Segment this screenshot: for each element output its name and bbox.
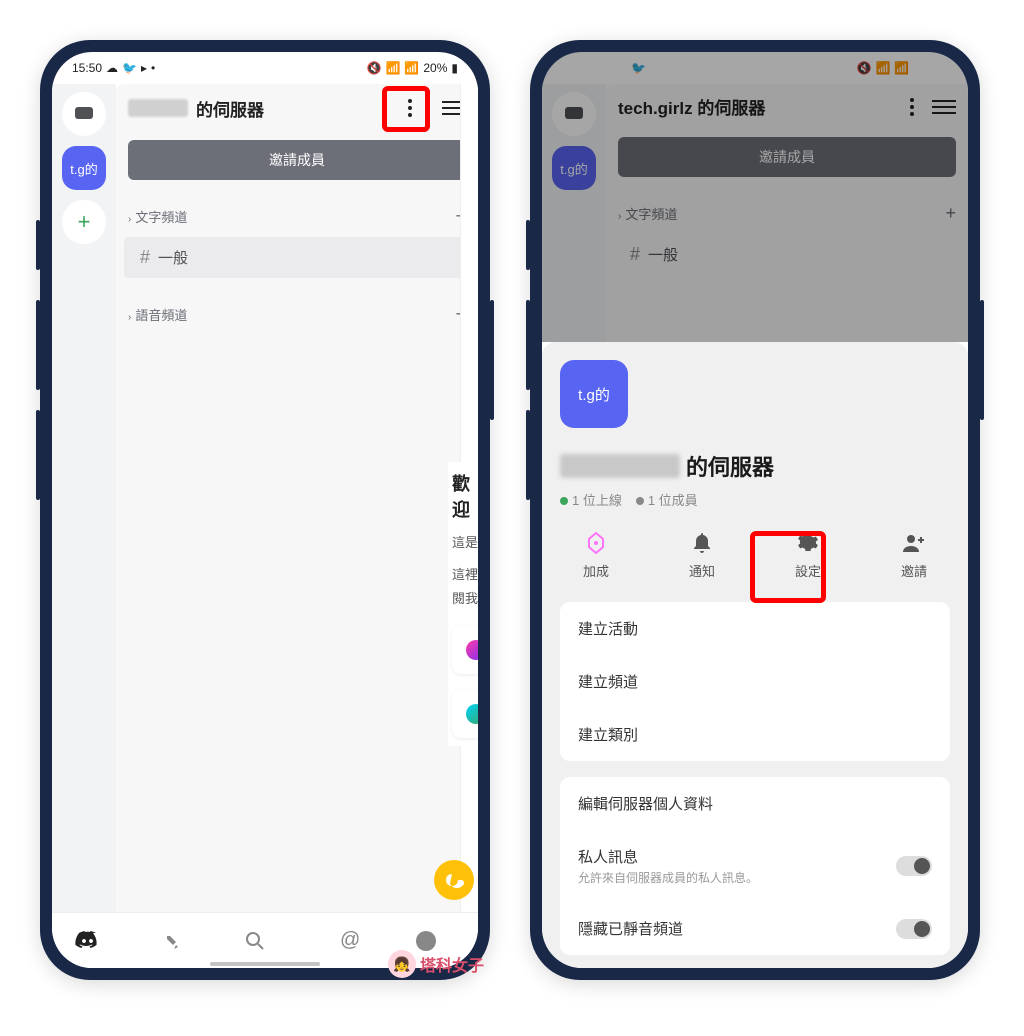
watermark: 👧 塔科女子	[388, 950, 484, 978]
invite-button[interactable]: 邀請成員	[128, 140, 466, 180]
status-icon: ▸	[141, 61, 147, 75]
server-rail: t.g的 +	[52, 84, 116, 912]
more-button[interactable]	[396, 94, 424, 122]
notifications-button[interactable]: 通知	[670, 531, 734, 580]
create-event[interactable]: 建立活動	[560, 602, 950, 655]
battery-text: 20%	[423, 61, 447, 75]
status-icon: 🐦	[122, 61, 137, 75]
signal-icon: 📶	[404, 61, 419, 75]
nav-discord-icon[interactable]	[75, 931, 115, 951]
voice-channels-category[interactable]: ›語音頻道 +	[116, 296, 478, 333]
mute-icon: 🔇	[857, 61, 872, 75]
hide-muted-toggle[interactable]: 隱藏已靜音頻道	[560, 902, 950, 955]
dm-button[interactable]	[62, 92, 106, 136]
watermark-avatar: 👧	[388, 950, 416, 978]
status-icon: ☁	[106, 61, 118, 75]
status-icon: ☁	[615, 61, 627, 75]
battery-text: 20%	[913, 61, 937, 75]
bell-icon	[690, 531, 714, 555]
boost-icon	[584, 531, 608, 555]
status-bar: 15:50 ☁ 🐦 ▸ • 🔇 📶 📶 20% ▮	[52, 52, 478, 84]
sheet-title-suffix: 的伺服器	[686, 450, 774, 482]
nav-mentions-icon[interactable]: @	[330, 929, 370, 952]
bg-server-title: tech.girlz 的伺服器	[618, 94, 765, 119]
hash-icon: #	[140, 247, 150, 268]
create-channel[interactable]: 建立頻道	[560, 655, 950, 708]
wifi-icon: 📶	[875, 61, 890, 75]
status-time: 15:50	[72, 61, 102, 75]
toggle-icon[interactable]	[896, 856, 932, 876]
status-time: 15:50	[562, 61, 592, 75]
edit-server-profile[interactable]: 編輯伺服器個人資料	[560, 777, 950, 830]
dm-button	[552, 92, 596, 136]
toggle-icon[interactable]	[896, 919, 932, 939]
server-icon[interactable]: t.g的	[62, 146, 106, 190]
nav-profile-icon[interactable]	[415, 930, 455, 952]
mute-icon: 🔇	[367, 61, 382, 75]
dimmed-background: 15:50 🖼 ☁ 🐦 • 🔇 📶 📶 20% ▮	[542, 52, 968, 342]
sheet-status: 1 位上線 1 位成員	[560, 490, 950, 509]
channel-panel: 的伺服器 邀請成員 ›文字頻道 + # 一般	[116, 84, 478, 912]
add-server-button[interactable]: +	[62, 200, 106, 244]
screen: 15:50 🖼 ☁ 🐦 • 🔇 📶 📶 20% ▮	[542, 52, 968, 968]
status-icon: 🖼	[596, 61, 611, 75]
server-icon: t.g的	[552, 146, 596, 190]
create-category[interactable]: 建立類別	[560, 708, 950, 761]
server-title-suffix: 的伺服器	[196, 96, 264, 121]
boost-button[interactable]: 加成	[564, 531, 628, 580]
sheet-avatar: t.g的	[560, 360, 628, 428]
phone-frame-right: 15:50 🖼 ☁ 🐦 • 🔇 📶 📶 20% ▮	[530, 40, 980, 980]
discord-fab[interactable]	[434, 860, 474, 900]
invite-action-button[interactable]: 邀請	[882, 531, 946, 580]
peek-card	[452, 626, 478, 674]
server-header: 的伺服器	[116, 84, 478, 132]
phone-frame-left: 15:50 ☁ 🐦 ▸ • 🔇 📶 📶 20% ▮ t.g的 +	[40, 40, 490, 980]
nav-search-icon[interactable]	[245, 931, 285, 951]
settings-group: 編輯伺服器個人資料 私人訊息 允許來自伺服器成員的私人訊息。 隱藏已靜音頻道	[560, 777, 950, 955]
gear-icon	[796, 531, 820, 555]
action-row: 加成 通知 設定 邀請	[560, 531, 950, 580]
peek-card	[452, 690, 478, 738]
battery-icon: ▮	[451, 61, 458, 75]
server-sheet: t.g的 的伺服器 1 位上線 1 位成員 加成	[542, 342, 968, 968]
person-add-icon	[902, 531, 926, 555]
server-name-blurred	[128, 99, 188, 117]
text-channels-category[interactable]: ›文字頻道 +	[116, 198, 478, 235]
signal-icon: 📶	[894, 61, 909, 75]
nav-friends-icon[interactable]	[160, 931, 200, 951]
screen: 15:50 ☁ 🐦 ▸ • 🔇 📶 📶 20% ▮ t.g的 +	[52, 52, 478, 968]
private-messages-toggle[interactable]: 私人訊息 允許來自伺服器成員的私人訊息。	[560, 830, 950, 902]
battery-icon: ▮	[941, 61, 948, 75]
create-group: 建立活動 建立頻道 建立類別	[560, 602, 950, 761]
bg-invite-button: 邀請成員	[618, 137, 956, 177]
server-name-blurred	[560, 454, 680, 478]
content-peek: 歡迎 這是 這裡 閱我	[448, 462, 478, 746]
status-icon: •	[151, 61, 155, 75]
wifi-icon: 📶	[385, 61, 400, 75]
status-icon: 🐦	[631, 61, 646, 75]
nav-handle	[210, 962, 320, 966]
settings-button[interactable]: 設定	[776, 531, 840, 580]
channel-general[interactable]: # 一般	[124, 237, 470, 278]
status-icon: •	[650, 61, 654, 75]
